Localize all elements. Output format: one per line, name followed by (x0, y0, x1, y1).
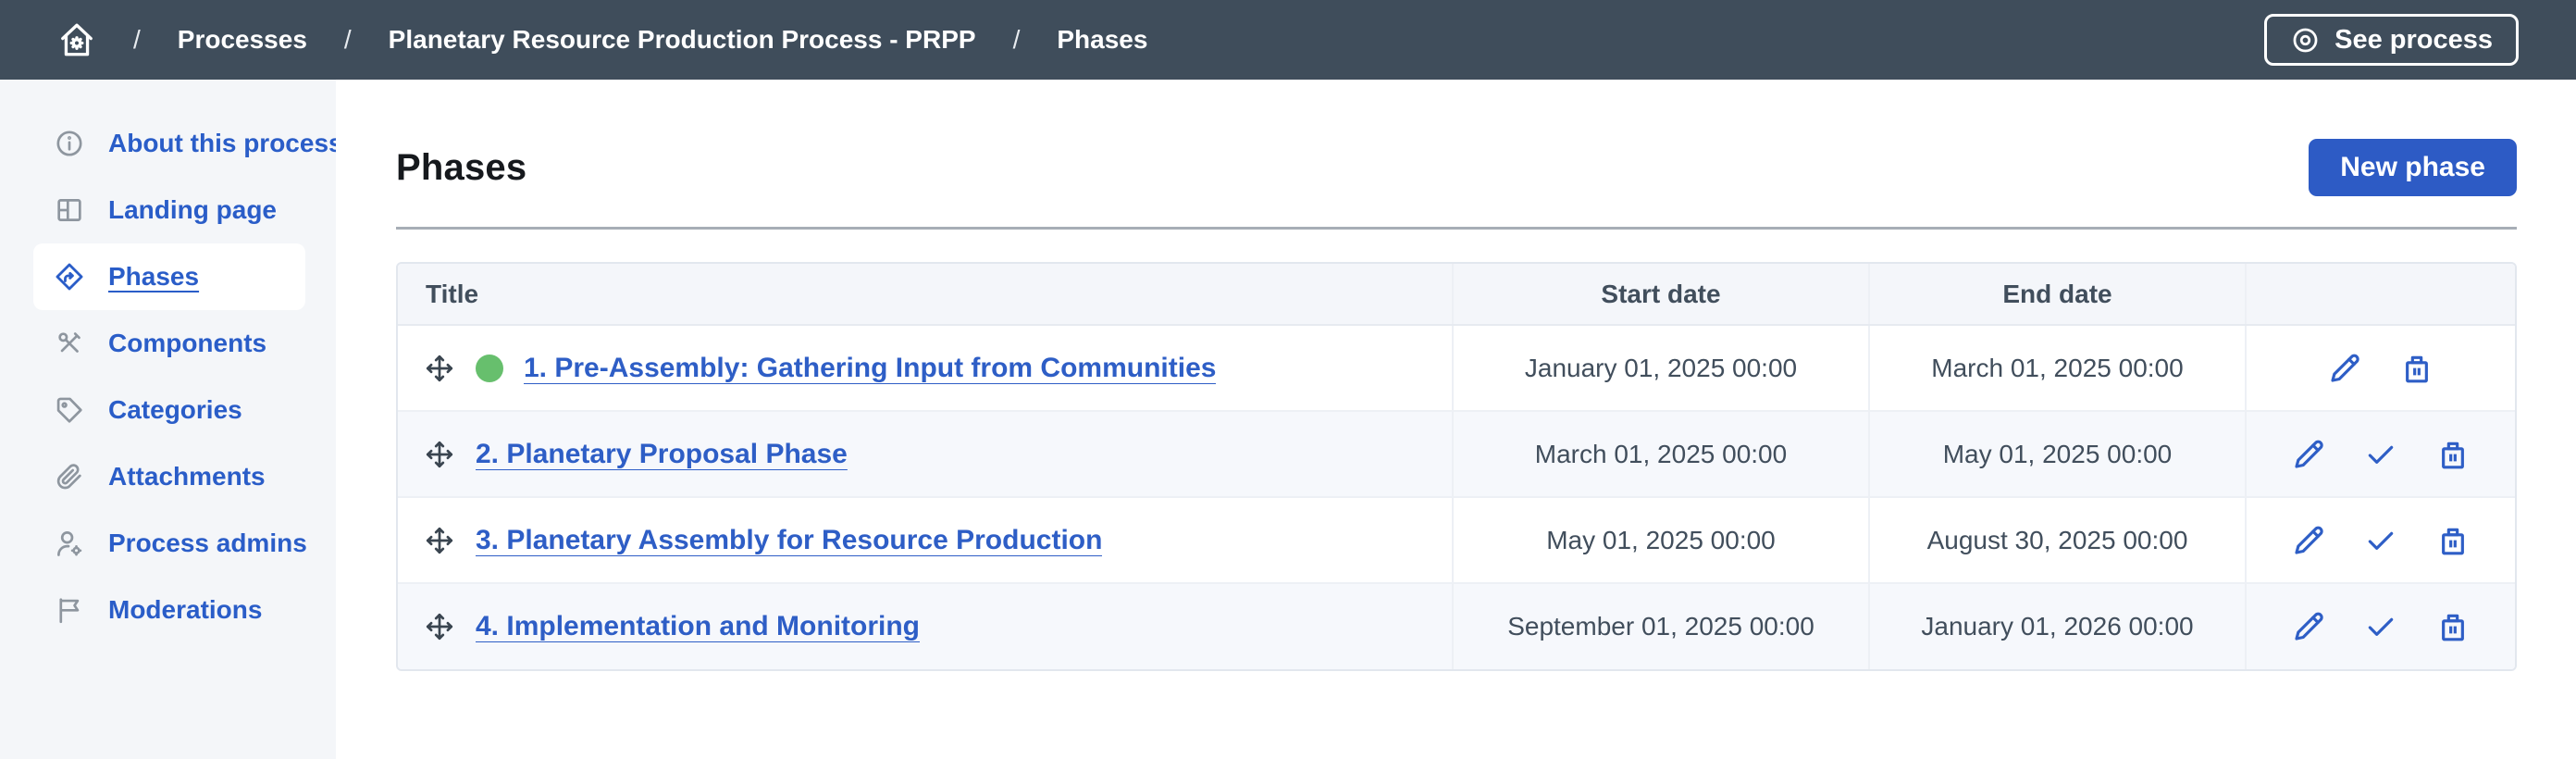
tag-icon (54, 394, 85, 426)
table-row: 3. Planetary Assembly for Resource Produ… (398, 497, 2515, 583)
sidebar-item-components[interactable]: Components (0, 310, 336, 377)
breadcrumb: / Processes / Planetary Resource Product… (133, 25, 1147, 55)
drag-handle-icon[interactable] (424, 611, 455, 642)
sidebar-item-label: Phases (108, 262, 199, 292)
breadcrumb-separator: / (1013, 25, 1021, 55)
sidebar-item-moderations[interactable]: Moderations (0, 577, 336, 643)
sidebar-item-about[interactable]: About this process (0, 110, 336, 177)
paperclip-icon (54, 461, 85, 492)
column-header-actions (2246, 264, 2515, 325)
sidebar-item-label: Process admins (108, 529, 307, 558)
flag-icon (54, 594, 85, 626)
sidebar-item-label: Attachments (108, 462, 266, 491)
edit-pencil-icon[interactable] (2290, 608, 2327, 645)
home-link[interactable] (57, 20, 96, 59)
sidebar-item-label: Landing page (108, 195, 277, 225)
delete-trash-icon[interactable] (2434, 436, 2471, 473)
new-phase-button[interactable]: New phase (2309, 139, 2517, 196)
sidebar-item-process-admins[interactable]: Process admins (0, 510, 336, 577)
breadcrumb-separator: / (133, 25, 141, 55)
see-process-label: See process (2334, 25, 2493, 56)
phases-table: Title Start date End date (396, 262, 2517, 671)
end-date: August 30, 2025 00:00 (1869, 497, 2246, 583)
sidebar-item-landing-page[interactable]: Landing page (0, 177, 336, 243)
sidebar-item-attachments[interactable]: Attachments (0, 443, 336, 510)
edit-pencil-icon[interactable] (2326, 350, 2363, 387)
user-gear-icon (54, 528, 85, 559)
main-content: Phases New phase Title Start date End da… (336, 80, 2576, 759)
drag-handle-icon[interactable] (424, 439, 455, 470)
activate-check-icon[interactable] (2362, 522, 2399, 559)
sidebar-item-categories[interactable]: Categories (0, 377, 336, 443)
table-row: 1. Pre-Assembly: Gathering Input from Co… (398, 325, 2515, 411)
breadcrumb-process-title[interactable]: Planetary Resource Production Process - … (389, 25, 976, 55)
end-date: January 01, 2026 00:00 (1869, 583, 2246, 669)
column-header-start-date: Start date (1453, 264, 1869, 325)
page-title: Phases (396, 147, 526, 189)
start-date: September 01, 2025 00:00 (1453, 583, 1869, 669)
start-date: January 01, 2025 00:00 (1453, 325, 1869, 411)
edit-pencil-icon[interactable] (2290, 436, 2327, 473)
table-row: 2. Planetary Proposal Phase March 01, 20… (398, 411, 2515, 497)
drag-handle-icon[interactable] (424, 525, 455, 556)
start-date: March 01, 2025 00:00 (1453, 411, 1869, 497)
home-gear-icon (57, 20, 96, 59)
start-date: May 01, 2025 00:00 (1453, 497, 1869, 583)
sidebar-item-phases[interactable]: Phases (33, 243, 305, 310)
table-row: 4. Implementation and Monitoring Septemb… (398, 583, 2515, 669)
drag-handle-icon[interactable] (424, 353, 455, 384)
breadcrumb-processes[interactable]: Processes (178, 25, 307, 55)
end-date: May 01, 2025 00:00 (1869, 411, 2246, 497)
eye-icon (2290, 25, 2321, 56)
table-header-row: Title Start date End date (398, 264, 2515, 325)
sidebar: About this process Landing page Phas (0, 80, 336, 759)
breadcrumb-current-phases: Phases (1057, 25, 1147, 55)
phase-title-link[interactable]: 3. Planetary Assembly for Resource Produ… (476, 525, 1102, 556)
sidebar-item-label: Categories (108, 395, 242, 425)
directions-diamond-icon (54, 261, 85, 292)
delete-trash-icon[interactable] (2398, 350, 2435, 387)
breadcrumb-separator: / (344, 25, 352, 55)
sidebar-item-label: Components (108, 329, 266, 358)
delete-trash-icon[interactable] (2434, 522, 2471, 559)
end-date: March 01, 2025 00:00 (1869, 325, 2246, 411)
activate-check-icon[interactable] (2362, 436, 2399, 473)
column-header-title: Title (398, 264, 1453, 325)
activate-check-icon[interactable] (2362, 608, 2399, 645)
topbar: / Processes / Planetary Resource Product… (0, 0, 2576, 80)
header-divider (396, 227, 2517, 230)
phase-title-link[interactable]: 4. Implementation and Monitoring (476, 611, 920, 642)
sidebar-item-label: Moderations (108, 595, 262, 625)
sidebar-item-label: About this process (108, 129, 343, 158)
phase-title-link[interactable]: 1. Pre-Assembly: Gathering Input from Co… (524, 353, 1216, 384)
layout-grid-icon (54, 194, 85, 226)
column-header-end-date: End date (1869, 264, 2246, 325)
delete-trash-icon[interactable] (2434, 608, 2471, 645)
active-phase-dot (476, 355, 503, 382)
phase-title-link[interactable]: 2. Planetary Proposal Phase (476, 439, 848, 470)
tools-icon (54, 328, 85, 359)
see-process-button[interactable]: See process (2264, 14, 2519, 66)
edit-pencil-icon[interactable] (2290, 522, 2327, 559)
info-icon (54, 128, 85, 159)
